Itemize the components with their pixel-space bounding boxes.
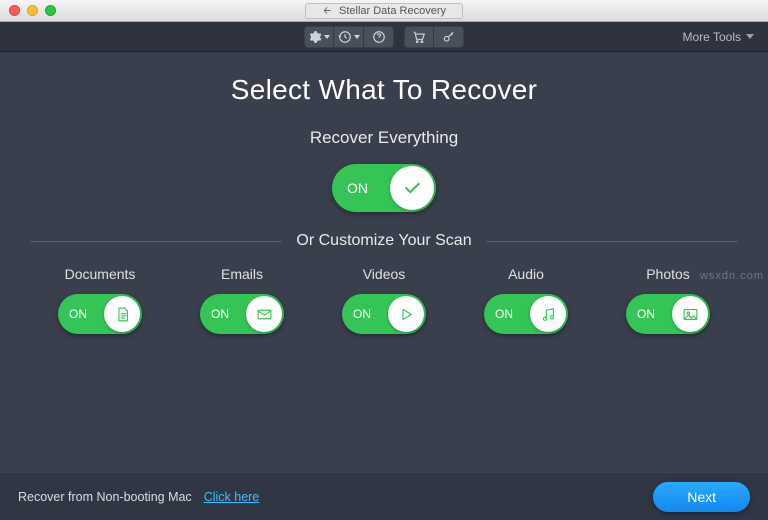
audio-toggle[interactable]: ON [484,294,568,334]
gear-icon [308,30,322,44]
window-title: Stellar Data Recovery [339,5,446,17]
category-documents: Documents ON [34,266,166,334]
customize-label: Or Customize Your Scan [296,232,471,250]
emails-toggle[interactable]: ON [200,294,284,334]
next-button[interactable]: Next [653,482,750,512]
toggle-knob [672,296,708,332]
titlebar: Stellar Data Recovery [0,0,768,22]
maximize-icon[interactable] [45,5,56,16]
category-row: Documents ON Emails ON Videos ON [30,266,738,334]
tool-group-settings [304,26,394,48]
recover-everything-label: Recover Everything [30,128,738,148]
music-icon [540,306,557,323]
toolbar: More Tools [0,22,768,52]
tool-group-purchase [404,26,464,48]
category-label: Emails [176,266,308,282]
main-content: Select What To Recover Recover Everythin… [0,52,768,334]
photos-toggle[interactable]: ON [626,294,710,334]
more-tools-button[interactable]: More Tools [683,30,754,44]
image-icon [682,306,699,323]
category-photos: Photos ON [602,266,734,334]
toggle-knob [388,296,424,332]
cart-button[interactable] [404,26,434,48]
click-here-link[interactable]: Click here [204,490,260,504]
activate-button[interactable] [434,26,464,48]
title-pill: Stellar Data Recovery [305,3,463,19]
more-tools-label: More Tools [683,30,741,44]
category-label: Videos [318,266,450,282]
toggle-on-text: ON [69,307,87,321]
category-label: Documents [34,266,166,282]
back-arrow-icon [322,5,333,16]
footer: Recover from Non-booting Mac Click here … [0,472,768,520]
check-icon [402,178,422,198]
history-icon [338,30,352,44]
key-icon [442,30,456,44]
customize-divider: Or Customize Your Scan [30,232,738,250]
toggle-on-text: ON [347,180,368,196]
category-audio: Audio ON [460,266,592,334]
videos-toggle[interactable]: ON [342,294,426,334]
category-emails: Emails ON [176,266,308,334]
help-button[interactable] [364,26,394,48]
mail-icon [256,306,273,323]
settings-button[interactable] [304,26,334,48]
category-videos: Videos ON [318,266,450,334]
toggle-on-text: ON [495,307,513,321]
cart-icon [412,30,426,44]
toggle-knob [530,296,566,332]
toggle-on-text: ON [211,307,229,321]
category-label: Audio [460,266,592,282]
documents-toggle[interactable]: ON [58,294,142,334]
page-title: Select What To Recover [30,74,738,106]
play-icon [398,306,415,323]
toggle-knob [390,166,434,210]
history-button[interactable] [334,26,364,48]
nonboot-label: Recover from Non-booting Mac [18,490,192,504]
minimize-icon[interactable] [27,5,38,16]
toggle-knob [104,296,140,332]
document-icon [114,306,131,323]
toggle-knob [246,296,282,332]
close-icon[interactable] [9,5,20,16]
toggle-on-text: ON [353,307,371,321]
toggle-on-text: ON [637,307,655,321]
recover-everything-toggle[interactable]: ON [332,164,436,212]
help-icon [372,30,386,44]
chevron-down-icon [746,34,754,39]
category-label: Photos [602,266,734,282]
window-controls [9,5,56,16]
